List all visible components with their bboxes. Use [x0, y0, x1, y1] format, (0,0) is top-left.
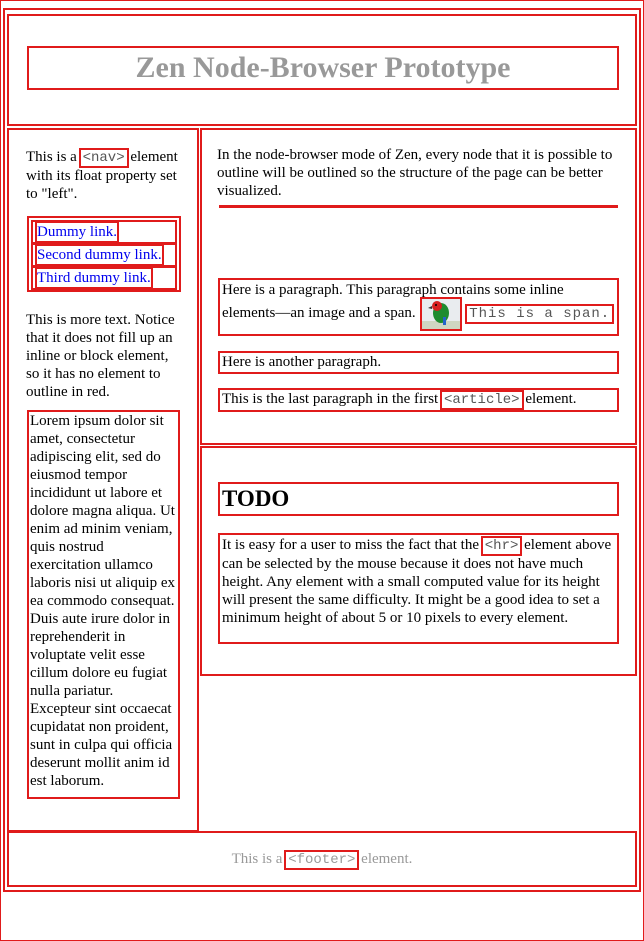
paragraph-3-suffix: element. [525, 391, 577, 407]
footer-suffix: element. [361, 850, 413, 867]
nav-tag[interactable]: <nav> [78, 148, 129, 168]
todo-paragraph[interactable]: It is easy for a user to miss the fact t… [218, 533, 619, 644]
nav-lorem-paragraph[interactable]: Lorem ipsum dolor sit amet, consectetur … [27, 410, 180, 799]
nav-intro-prefix: This is a [26, 149, 77, 165]
article-1-paragraph-3[interactable]: This is the last paragraph in the first … [218, 388, 619, 412]
footer[interactable]: This is a <footer> element. [7, 831, 637, 887]
todo-text-prefix: It is easy for a user to miss the fact t… [222, 537, 480, 553]
footer-prefix: This is a [231, 850, 283, 867]
article-1-intro: In the node-browser mode of Zen, every n… [217, 147, 613, 199]
page-title[interactable]: Zen Node-Browser Prototype [27, 46, 619, 90]
nav-link-2[interactable]: Second dummy link. [35, 244, 164, 266]
nav-intro: This is a <nav> element with its float p… [26, 148, 186, 203]
todo-heading-text: TODO [222, 486, 290, 511]
horizontal-rule[interactable] [219, 205, 618, 208]
nav-link-3[interactable]: Third dummy link. [35, 267, 153, 289]
paragraph-3-prefix: This is the last paragraph in the first [222, 391, 439, 407]
nav-link-1[interactable]: Dummy link. [34, 221, 120, 243]
hr-tag[interactable]: <hr> [480, 536, 523, 556]
nav-more-text: This is more text. Notice that it does n… [26, 312, 175, 400]
footer-tag[interactable]: <footer> [284, 849, 360, 870]
article-1-paragraph-1[interactable]: Here is a paragraph. This paragraph cont… [218, 278, 619, 336]
parrot-image[interactable] [420, 297, 463, 331]
article-1-paragraph-2[interactable]: Here is another paragraph. [218, 351, 619, 374]
todo-heading[interactable]: TODO [218, 482, 619, 516]
article-tag[interactable]: <article> [439, 390, 524, 410]
inline-span[interactable]: This is a span. [465, 304, 615, 324]
footer-text: This is a <footer> element. [231, 849, 413, 870]
page-title-text: Zen Node-Browser Prototype [135, 51, 511, 84]
